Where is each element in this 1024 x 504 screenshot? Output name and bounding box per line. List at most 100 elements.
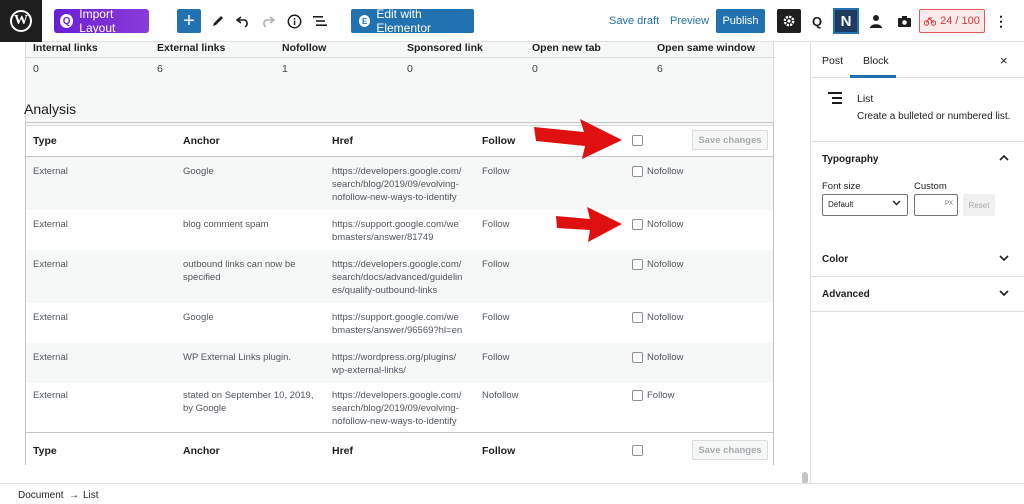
row-follow: Nofollow	[482, 390, 519, 401]
table-row: External WP External Links plugin. https…	[26, 343, 773, 383]
row-href: https://wordpress.org/plugins/wp-externa…	[332, 352, 457, 376]
row-checkbox[interactable]	[632, 219, 643, 230]
breadcrumb-separator: →	[69, 490, 79, 501]
chevron-down-icon[interactable]	[999, 289, 1009, 300]
import-layout-label: Import Layout	[79, 7, 116, 35]
close-icon[interactable]: ×	[1000, 53, 1008, 68]
add-block-button[interactable]: +	[177, 9, 201, 33]
row-checkbox-label: Nofollow	[647, 259, 684, 270]
row-type: External	[33, 219, 68, 230]
row-type: External	[33, 166, 68, 177]
block-card: List Create a bulleted or numbered list.	[811, 78, 1024, 142]
advanced-panel-title[interactable]: Advanced	[822, 289, 870, 300]
custom-font-size-input[interactable]: PX	[914, 194, 958, 216]
elementor-icon: E	[359, 15, 371, 27]
pencil-icon[interactable]	[209, 12, 227, 30]
publish-button[interactable]: Publish	[716, 9, 765, 33]
font-size-select[interactable]: Default	[822, 194, 908, 216]
tab-block[interactable]: Block	[863, 55, 889, 67]
row-anchor: Google	[183, 166, 214, 177]
row-anchor: blog comment spam	[183, 219, 269, 230]
row-checkbox-label: Nofollow	[647, 166, 684, 177]
table-row: External Google https://developers.googl…	[26, 157, 773, 210]
breadcrumb-document[interactable]: Document	[18, 490, 64, 501]
row-href: https://support.google.com/we bmasters/an…	[332, 312, 463, 336]
table-row: External blog comment spam https://suppo…	[26, 210, 773, 250]
row-follow: Follow	[482, 166, 510, 177]
preview-button[interactable]: Preview	[670, 15, 709, 27]
row-href: https://developers.google.com/search/blo…	[332, 166, 462, 203]
header-type: Type	[33, 135, 57, 147]
stats-value-cell: 1	[282, 63, 288, 75]
select-all-checkbox[interactable]	[632, 135, 643, 146]
tab-post[interactable]: Post	[822, 55, 843, 67]
stats-header-cell: Open same window	[657, 42, 756, 54]
save-draft-button[interactable]: Save draft	[609, 15, 659, 27]
stats-header-cell: External links	[157, 42, 226, 54]
quick-search-icon[interactable]: Q	[807, 11, 827, 31]
row-type: External	[33, 352, 68, 363]
row-checkbox-label: Follow	[647, 390, 675, 401]
custom-label: Custom	[914, 181, 947, 192]
table-row: External outbound links can now be specif…	[26, 250, 773, 303]
font-size-label: Font size	[822, 181, 861, 192]
stats-value-cell: 0	[407, 63, 413, 75]
row-checkbox[interactable]	[632, 352, 643, 363]
advanced-panel[interactable]: Advanced	[811, 277, 1024, 312]
breadcrumb-list[interactable]: List	[83, 490, 99, 501]
seo-score-button[interactable]: 24 / 100	[919, 9, 985, 33]
breadcrumb: Document → List	[0, 483, 1024, 504]
row-anchor: stated on September 10, 2019, by Google	[183, 390, 314, 414]
color-panel-title[interactable]: Color	[822, 254, 848, 265]
camera-icon[interactable]	[894, 11, 914, 31]
analysis-table-footer: Type Anchor Href Follow Save changes	[26, 432, 773, 466]
typography-panel-title[interactable]: Typography	[822, 154, 878, 165]
row-checkbox[interactable]	[632, 390, 643, 401]
stats-value-cell: 6	[657, 63, 663, 75]
link-stats-header: Internal links External links Nofollow S…	[26, 42, 775, 58]
sidebar-tabs: Post Block ×	[811, 42, 1024, 78]
info-icon[interactable]	[285, 12, 303, 30]
block-name: List	[857, 93, 874, 105]
row-checkbox[interactable]	[632, 166, 643, 177]
edit-with-elementor-button[interactable]: E Edit with Elementor	[351, 7, 474, 35]
undo-icon[interactable]	[234, 12, 252, 30]
footer-save-changes-button[interactable]: Save changes	[692, 440, 768, 460]
footer-select-all-checkbox[interactable]	[632, 445, 643, 456]
table-row: External stated on September 10, 2019, by…	[26, 383, 773, 432]
row-follow: Follow	[482, 352, 510, 363]
color-panel[interactable]: Color	[811, 242, 1024, 277]
more-options-icon[interactable]: ⋮	[993, 11, 1009, 31]
stats-header-cell: Open new tab	[532, 42, 601, 54]
link-stats-values: 0 6 1 0 0 6	[26, 58, 775, 80]
chevron-down-icon[interactable]	[999, 254, 1009, 265]
row-checkbox-label: Nofollow	[647, 312, 684, 323]
unit-label: PX	[944, 201, 953, 207]
import-layout-button[interactable]: Q Import Layout	[54, 7, 149, 35]
seo-score-value: 24 / 100	[940, 15, 980, 27]
list-block-icon	[828, 92, 842, 104]
redo-icon[interactable]	[259, 12, 277, 30]
row-href: https://support.google.com/we bmasters/an…	[332, 219, 459, 243]
settings-icon[interactable]	[777, 9, 801, 33]
row-anchor: outbound links can now be specified	[183, 259, 296, 283]
stats-value-cell: 6	[157, 63, 163, 75]
chevron-down-icon	[892, 198, 901, 208]
row-type: External	[33, 390, 68, 401]
footer-anchor: Anchor	[183, 445, 220, 457]
list-view-icon[interactable]	[311, 12, 329, 30]
chevron-up-icon[interactable]	[999, 153, 1009, 164]
wordpress-logo-button[interactable]: W	[0, 0, 42, 42]
row-checkbox[interactable]	[632, 259, 643, 270]
save-changes-button[interactable]: Save changes	[692, 130, 768, 150]
stats-value-cell: 0	[33, 63, 39, 75]
wordpress-icon: W	[10, 10, 32, 32]
rank-math-icon[interactable]: N	[833, 8, 859, 34]
row-checkbox-label: Nofollow	[647, 352, 684, 363]
reset-button[interactable]: Reset	[963, 194, 995, 216]
edit-with-elementor-label: Edit with Elementor	[376, 7, 432, 35]
row-checkbox[interactable]	[632, 312, 643, 323]
canvas-scrollbar[interactable]	[801, 42, 810, 484]
person-icon[interactable]	[866, 11, 886, 31]
row-href: https://developers.google.com/search/blo…	[332, 390, 462, 427]
